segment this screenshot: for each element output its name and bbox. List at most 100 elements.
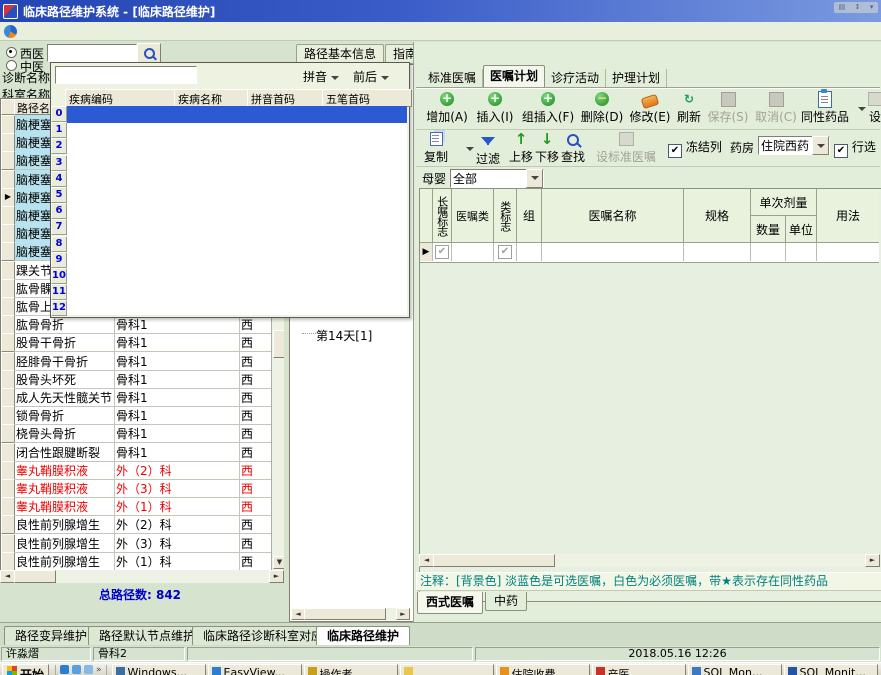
taskbar-button-EasyView...[interactable]: EasyView...: [207, 664, 302, 675]
cell-type[interactable]: 西: [239, 551, 273, 571]
cell-path-name[interactable]: 睾丸鞘膜积液: [14, 479, 115, 498]
cell-path-name[interactable]: 股骨头坏死: [14, 369, 115, 389]
pathway-row[interactable]: 睾丸鞘膜积液 外（1）科西: [1, 497, 273, 517]
filter-button[interactable]: 过滤: [476, 131, 500, 167]
sort-pinyin-button[interactable]: 拼音: [303, 68, 340, 85]
cell-path-name[interactable]: 股骨干骨折: [14, 333, 115, 353]
row-number-7[interactable]: 7: [51, 219, 67, 236]
row-selector[interactable]: [1, 515, 15, 535]
pathway-row[interactable]: 成人先天性髋关节 骨科1 西: [1, 388, 273, 407]
col-group[interactable]: 组: [517, 189, 542, 243]
radio-west-icon[interactable]: [6, 47, 17, 58]
hscroll-thumb[interactable]: [14, 570, 56, 583]
cell-path-name[interactable]: 成人先天性髋关节: [14, 388, 115, 407]
row-selector[interactable]: [1, 551, 15, 571]
disease-search-input[interactable]: [55, 66, 197, 84]
row-selector[interactable]: [1, 169, 15, 189]
row-selector[interactable]: [1, 206, 15, 225]
disease-col-拼音首码[interactable]: 拼音首码: [247, 89, 327, 107]
pharmacy-dropdown-icon[interactable]: [812, 136, 829, 155]
disease-col-疾病编码[interactable]: 疾病编码: [65, 89, 179, 107]
tree-node-day14[interactable]: 第14天[1]: [316, 327, 372, 344]
设-button[interactable]: 设: [867, 91, 881, 125]
row-number-8[interactable]: 8: [51, 235, 67, 252]
row-number-2[interactable]: 2: [51, 138, 67, 155]
cell-dept-name[interactable]: 骨科1: [114, 406, 240, 426]
cell-dept-name[interactable]: 外（1）科: [114, 551, 240, 571]
orders-tab-标准医嘱[interactable]: 标准医嘱: [422, 69, 484, 87]
cell-type[interactable]: 西: [239, 479, 273, 498]
taskbar-button-产医...[interactable]: 产医...: [591, 664, 686, 675]
col-order-name[interactable]: 医嘱名称: [542, 189, 684, 243]
cell-dept-name[interactable]: 骨科1: [114, 388, 240, 407]
增加(A)-button[interactable]: + 增加(A): [424, 91, 470, 125]
col-unit[interactable]: 单位: [786, 216, 817, 243]
freeze-check-icon[interactable]: ✔: [668, 144, 682, 158]
row-selector[interactable]: [1, 406, 15, 426]
copy-dropdown-icon[interactable]: [466, 147, 474, 151]
tab-路径基本信息[interactable]: 路径基本信息: [296, 44, 385, 64]
row-selector[interactable]: [1, 260, 15, 280]
row-selector[interactable]: [1, 242, 15, 262]
row-selector[interactable]: [1, 442, 15, 462]
row-selector[interactable]: [1, 297, 15, 316]
orders-hscroll-left-icon[interactable]: ◄: [419, 554, 434, 567]
cell-type[interactable]: 西: [239, 515, 273, 535]
col-order-type[interactable]: 医嘱类: [452, 189, 494, 243]
同性药品-button[interactable]: 同性药品: [800, 88, 850, 125]
cell-dept-name[interactable]: 骨科1: [114, 351, 240, 371]
tree-hscrollbar[interactable]: ◄ ►: [291, 608, 410, 620]
cell-type[interactable]: 西: [239, 333, 273, 353]
保存(S)-button[interactable]: 保存(S): [706, 91, 750, 125]
row-selector[interactable]: [1, 460, 15, 480]
cell-dept-name[interactable]: 外（3）科: [114, 479, 240, 498]
row-selector[interactable]: [1, 479, 15, 498]
row-selector[interactable]: [1, 151, 15, 171]
mother-infant-dropdown-icon[interactable]: [526, 168, 544, 188]
orders-tab-诊疗活动[interactable]: 诊疗活动: [545, 69, 607, 87]
module-tab-临床路径维护[interactable]: 临床路径维护: [316, 626, 411, 645]
tree-hscroll-thumb[interactable]: [304, 608, 386, 620]
move-up-button[interactable]: ↑ 上移: [509, 131, 533, 165]
cell-type[interactable]: 西: [239, 406, 273, 426]
sort-order-button[interactable]: 前后: [353, 68, 390, 85]
start-button[interactable]: 开始: [2, 664, 50, 675]
copy-button[interactable]: 复制: [424, 131, 448, 165]
quicklaunch-icon-1[interactable]: [60, 665, 70, 674]
修改(E)-button[interactable]: 修改(E): [628, 91, 672, 125]
row-selector[interactable]: [1, 497, 15, 517]
orders-tab-护理计划[interactable]: 护理计划: [606, 69, 668, 87]
cell-path-name[interactable]: 胫腓骨干骨折: [14, 351, 115, 371]
module-tab-临床路径诊断科室对应[interactable]: 临床路径诊断科室对应: [192, 626, 335, 645]
orders-hscroll-thumb[interactable]: [433, 554, 555, 567]
cell-dept-name[interactable]: 外（2）科: [114, 515, 240, 535]
row-select-checkbox[interactable]: ✔ 行选: [834, 138, 876, 158]
quicklaunch-icon-2[interactable]: [72, 665, 82, 674]
row-select-check-icon[interactable]: ✔: [834, 144, 848, 158]
插入(I)-button[interactable]: + 插入(I): [474, 91, 516, 125]
set-standard-order-button[interactable]: 设标准医嘱: [596, 131, 656, 165]
cell-dept-name[interactable]: 骨科1: [114, 369, 240, 389]
pathway-row[interactable]: 闭合性跟腱断裂 骨科1 西: [1, 442, 273, 462]
cell-dept-name[interactable]: 骨科1: [114, 442, 240, 462]
taskbar-button-3[interactable]: [399, 664, 494, 675]
titlebar-widget[interactable]: ▤ ↕ ▾: [834, 2, 878, 13]
row-selector[interactable]: [1, 115, 15, 134]
pathway-row[interactable]: 良性前列腺增生 外（2）科西: [1, 515, 273, 535]
取消(C)-button[interactable]: 取消(C): [754, 91, 798, 125]
row-selector[interactable]: [1, 333, 15, 353]
cell-path-name[interactable]: 闭合性跟腱断裂: [14, 442, 115, 462]
row-selector[interactable]: [1, 351, 15, 371]
col-usage[interactable]: 用法: [817, 189, 879, 243]
col-single-dose[interactable]: 单次剂量: [751, 189, 817, 216]
组插入(F)-button[interactable]: + 组插入(F): [520, 91, 576, 125]
cell-order-name[interactable]: [542, 243, 684, 261]
cell-type[interactable]: 西: [239, 533, 273, 553]
cell-long-flag[interactable]: ✔: [433, 243, 452, 261]
col-long-flag[interactable]: 长嘱标志: [433, 189, 452, 243]
taskbar-button-SQL Mon...[interactable]: SQL Mon...: [687, 664, 782, 675]
cell-qty[interactable]: [751, 243, 786, 261]
row-selector[interactable]: [1, 424, 15, 444]
pathway-row[interactable]: 良性前列腺增生 外（1）科西: [1, 551, 273, 571]
row-selector[interactable]: [1, 133, 15, 153]
